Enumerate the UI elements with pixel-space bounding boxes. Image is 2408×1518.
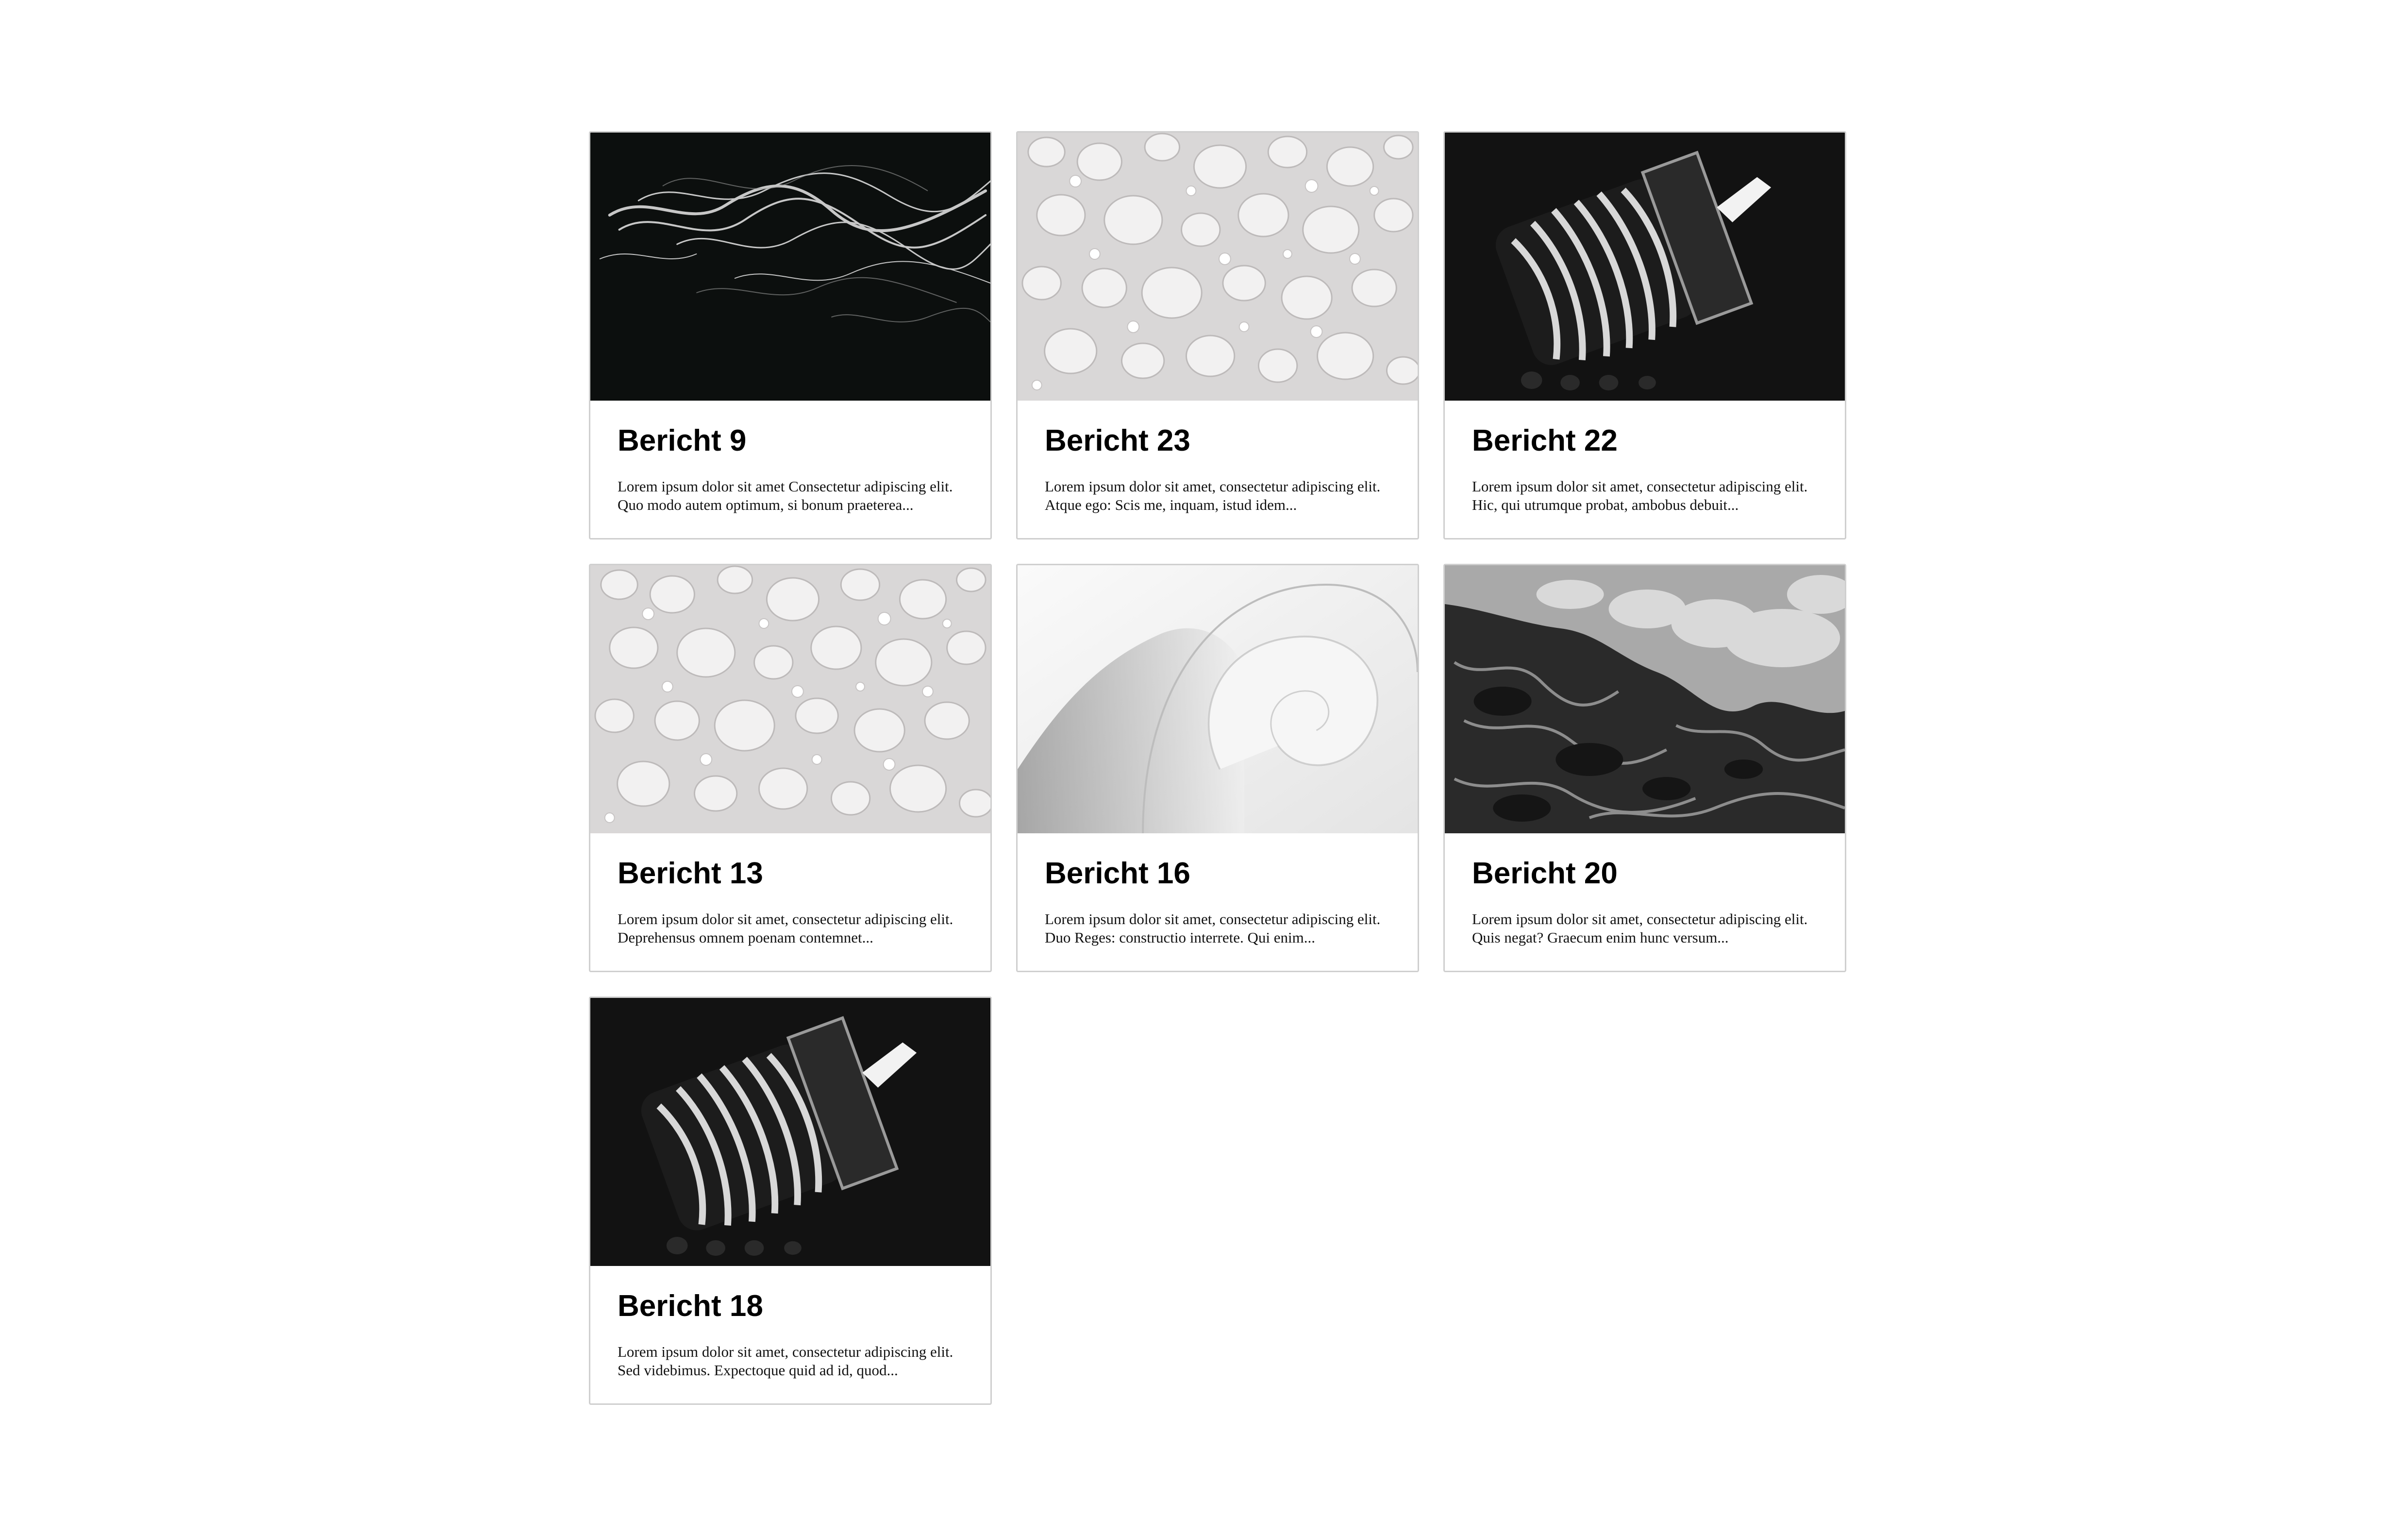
post-excerpt: Lorem ipsum dolor sit amet, consectetur … (1472, 911, 1808, 946)
post-card[interactable]: Bericht 22 Lorem ipsum dolor sit amet, c… (1443, 131, 1846, 540)
post-excerpt: Lorem ipsum dolor sit amet, consectetur … (618, 911, 953, 946)
water-drops-image[interactable] (590, 565, 990, 833)
post-title[interactable]: Bericht 9 (618, 426, 963, 456)
post-title[interactable]: Bericht 23 (1045, 426, 1390, 456)
light-bulb-image[interactable] (1445, 133, 1845, 401)
post-card[interactable]: Bericht 20 Lorem ipsum dolor sit amet, c… (1443, 564, 1846, 972)
post-grid: Bericht 9 Lorem ipsum dolor sit amet Con… (589, 131, 1846, 1405)
post-excerpt: Lorem ipsum dolor sit amet, consectetur … (1045, 478, 1381, 513)
post-excerpt: Lorem ipsum dolor sit amet, consectetur … (1045, 911, 1381, 946)
paper-curl-image[interactable] (1018, 565, 1418, 833)
post-card[interactable]: Bericht 13 Lorem ipsum dolor sit amet, c… (589, 564, 992, 972)
light-bulb-image[interactable] (590, 998, 990, 1266)
post-card[interactable]: Bericht 16 Lorem ipsum dolor sit amet, c… (1016, 564, 1419, 972)
post-title[interactable]: Bericht 22 (1472, 426, 1818, 456)
post-card[interactable]: Bericht 18 Lorem ipsum dolor sit amet, c… (589, 996, 992, 1405)
post-title[interactable]: Bericht 20 (1472, 859, 1818, 889)
smoke-image[interactable] (590, 133, 990, 401)
post-excerpt: Lorem ipsum dolor sit amet, consectetur … (618, 1343, 953, 1379)
post-card[interactable]: Bericht 23 Lorem ipsum dolor sit amet, c… (1016, 131, 1419, 540)
post-title[interactable]: Bericht 13 (618, 859, 963, 889)
post-excerpt: Lorem ipsum dolor sit amet, consectetur … (1472, 478, 1808, 513)
ocean-wave-image[interactable] (1445, 565, 1845, 833)
post-title[interactable]: Bericht 16 (1045, 859, 1390, 889)
post-title[interactable]: Bericht 18 (618, 1291, 963, 1321)
post-card[interactable]: Bericht 9 Lorem ipsum dolor sit amet Con… (589, 131, 992, 540)
water-drops-image[interactable] (1018, 133, 1418, 401)
post-excerpt: Lorem ipsum dolor sit amet Consectetur a… (618, 478, 953, 513)
